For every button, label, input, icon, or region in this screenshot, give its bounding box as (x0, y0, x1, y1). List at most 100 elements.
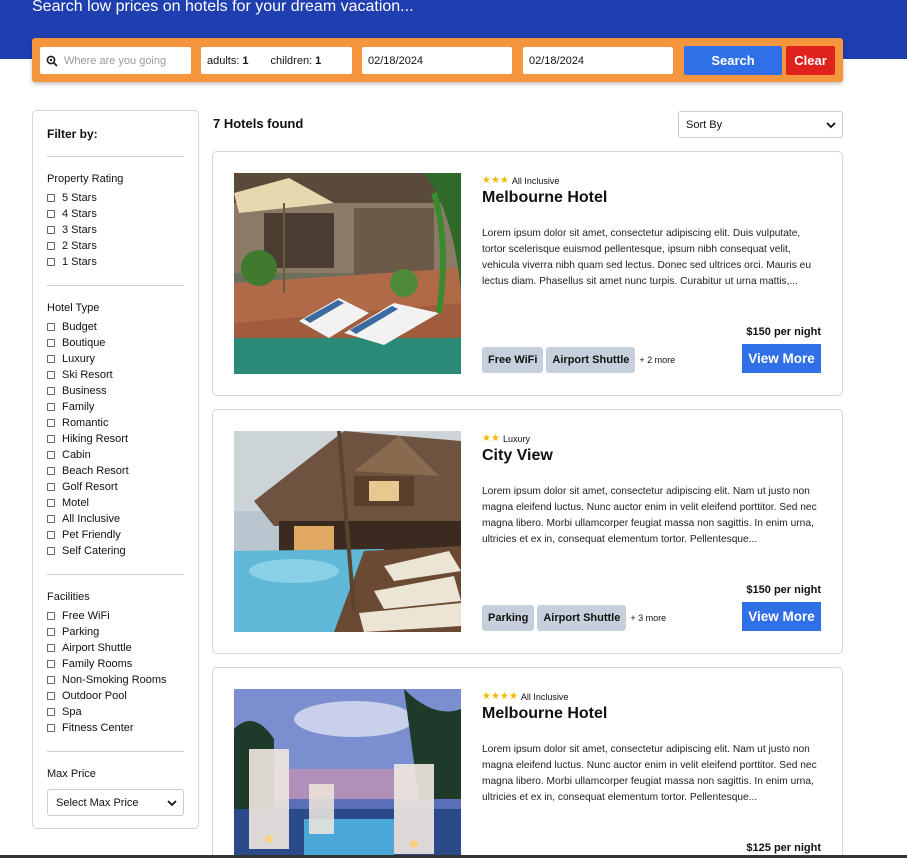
filter-option[interactable]: All Inclusive (47, 511, 129, 527)
hotel-name: City View (482, 447, 553, 464)
hotel-type-title: Hotel Type (47, 302, 100, 314)
divider (47, 285, 184, 286)
rating-row: ★★★★ All Inclusive (482, 691, 568, 702)
hotel-type-group: Hotel Type Budget Boutique Luxury Ski Re… (47, 302, 129, 559)
view-more-button[interactable]: View More (742, 602, 821, 631)
filter-option-label: Cabin (62, 449, 91, 461)
destination-input[interactable]: Where are you going (40, 47, 191, 74)
checkbox[interactable] (47, 419, 55, 427)
filter-option[interactable]: Family (47, 399, 129, 415)
filter-option[interactable]: 4 Stars (47, 206, 123, 222)
amenity-tags: Free WiFi Airport Shuttle + 2 more (482, 347, 675, 373)
hotel-card: ★★ Luxury City View Lorem ipsum dolor si… (212, 409, 843, 654)
checkbox[interactable] (47, 403, 55, 411)
filter-option[interactable]: Luxury (47, 351, 129, 367)
filter-option[interactable]: Outdoor Pool (47, 688, 167, 704)
checkbox[interactable] (47, 628, 55, 636)
filter-option-label: Budget (62, 321, 97, 333)
filter-option[interactable]: Spa (47, 704, 167, 720)
checkbox[interactable] (47, 483, 55, 491)
checkbox[interactable] (47, 547, 55, 555)
hotel-image (234, 431, 461, 632)
checkbox[interactable] (47, 531, 55, 539)
filter-option-label: Boutique (62, 337, 106, 349)
filter-option[interactable]: 3 Stars (47, 222, 123, 238)
filter-option[interactable]: 1 Stars (47, 254, 123, 270)
search-location-icon (46, 55, 58, 67)
checkout-date-input[interactable]: 02/18/2024 (523, 47, 673, 74)
checkbox[interactable] (47, 210, 55, 218)
checkbox[interactable] (47, 242, 55, 250)
checkbox[interactable] (47, 692, 55, 700)
checkbox[interactable] (47, 612, 55, 620)
filter-option[interactable]: Airport Shuttle (47, 640, 167, 656)
filter-option[interactable]: 5 Stars (47, 190, 123, 206)
max-price-title: Max Price (47, 768, 96, 780)
filter-option-label: Parking (62, 626, 100, 638)
checkbox[interactable] (47, 451, 55, 459)
max-price-group: Max Price (47, 768, 96, 785)
hotel-card: ★★★ All Inclusive Melbourne Hotel Lorem … (212, 151, 843, 396)
search-button[interactable]: Search (684, 46, 782, 75)
filter-option-label: 2 Stars (62, 240, 97, 252)
filter-option[interactable]: Boutique (47, 335, 129, 351)
checkin-date-input[interactable]: 02/18/2024 (362, 47, 512, 74)
filter-option[interactable]: Ski Resort (47, 367, 129, 383)
filter-option[interactable]: Hiking Resort (47, 431, 129, 447)
checkbox[interactable] (47, 371, 55, 379)
checkbox[interactable] (47, 499, 55, 507)
view-more-button[interactable]: View More (742, 344, 821, 373)
rating-row: ★★★ All Inclusive (482, 175, 559, 186)
hotel-card: ★★★★ All Inclusive Melbourne Hotel Lorem… (212, 667, 843, 858)
filter-option[interactable]: Family Rooms (47, 656, 167, 672)
checkbox[interactable] (47, 644, 55, 652)
filter-option-label: Family (62, 401, 95, 413)
filter-option[interactable]: Cabin (47, 447, 129, 463)
checkbox[interactable] (47, 660, 55, 668)
checkbox[interactable] (47, 323, 55, 331)
hotel-image (234, 689, 461, 858)
filter-option[interactable]: Self Catering (47, 543, 129, 559)
filter-option-label: Fitness Center (62, 722, 134, 734)
more-amenities: + 2 more (639, 355, 676, 365)
filter-option[interactable]: Non-Smoking Rooms (47, 672, 167, 688)
sort-select[interactable]: Sort By (678, 111, 843, 138)
filter-option-label: Pet Friendly (62, 529, 121, 541)
chevron-down-icon (826, 120, 836, 132)
checkbox[interactable] (47, 226, 55, 234)
filter-option[interactable]: 2 Stars (47, 238, 123, 254)
checkbox[interactable] (47, 435, 55, 443)
checkbox[interactable] (47, 387, 55, 395)
checkbox[interactable] (47, 194, 55, 202)
filter-option[interactable]: Motel (47, 495, 129, 511)
checkbox[interactable] (47, 724, 55, 732)
filter-option[interactable]: Business (47, 383, 129, 399)
filter-option[interactable]: Beach Resort (47, 463, 129, 479)
star-icon: ★★★★ (482, 691, 518, 702)
results-count: 7 Hotels found (213, 116, 304, 131)
checkbox[interactable] (47, 339, 55, 347)
filter-option[interactable]: Budget (47, 319, 129, 335)
filter-option[interactable]: Fitness Center (47, 720, 167, 736)
filter-option[interactable]: Free WiFi (47, 608, 167, 624)
checkbox[interactable] (47, 708, 55, 716)
filter-option[interactable]: Pet Friendly (47, 527, 129, 543)
guests-selector[interactable]: adults: 1 children: 1 (201, 47, 352, 74)
checkbox[interactable] (47, 467, 55, 475)
checkbox[interactable] (47, 515, 55, 523)
hotel-description: Lorem ipsum dolor sit amet, consectetur … (482, 486, 817, 545)
filter-option[interactable]: Golf Resort (47, 479, 129, 495)
sort-selected: Sort By (686, 118, 723, 131)
property-rating-title: Property Rating (47, 173, 124, 185)
checkbox[interactable] (47, 355, 55, 363)
checkbox[interactable] (47, 258, 55, 266)
filter-option[interactable]: Romantic (47, 415, 129, 431)
amenity-tag: Free WiFi (482, 347, 544, 373)
max-price-select[interactable]: Select Max Price (47, 789, 184, 816)
filter-option[interactable]: Parking (47, 624, 167, 640)
clear-button[interactable]: Clear (786, 46, 835, 75)
checkbox[interactable] (47, 676, 55, 684)
filter-option-label: Family Rooms (62, 658, 133, 670)
amenity-tag: Parking (482, 605, 535, 631)
hotel-price: $150 per night (746, 584, 821, 596)
